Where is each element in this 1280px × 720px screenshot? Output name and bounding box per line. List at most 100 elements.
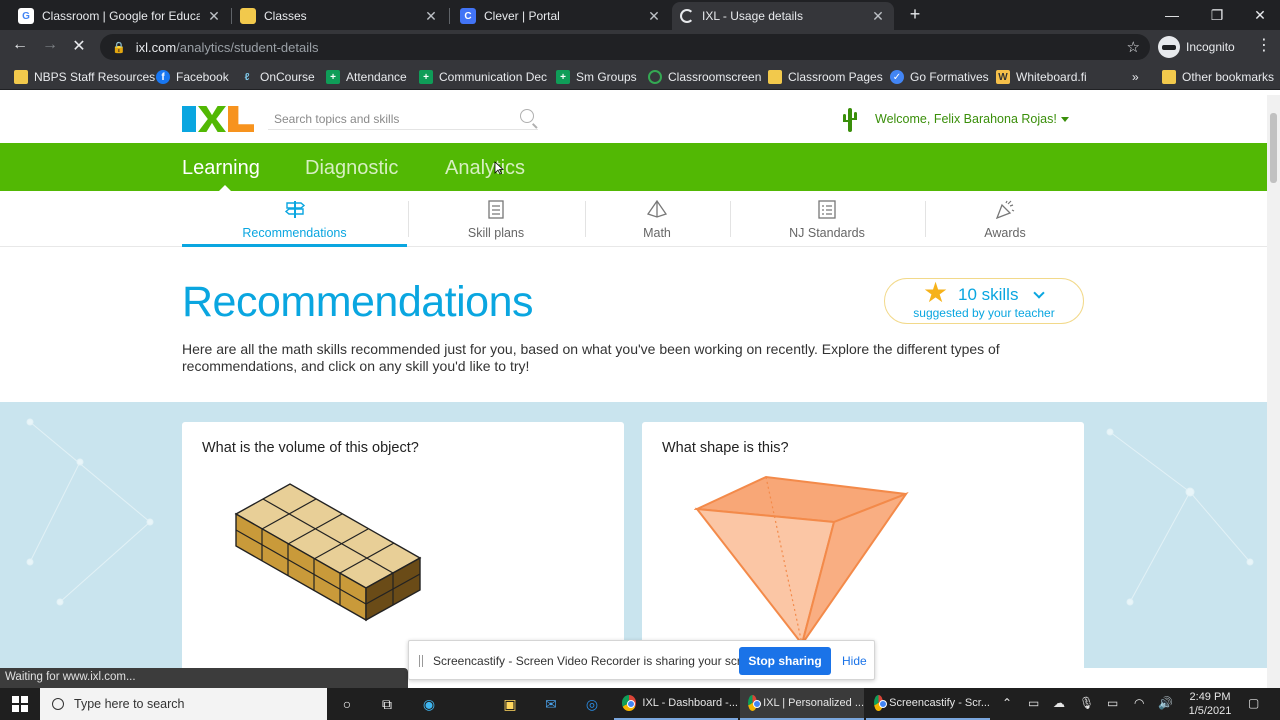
- tab-google-classroom[interactable]: G Classroom | Google for Education ✕: [10, 2, 230, 30]
- drag-handle-icon[interactable]: [419, 655, 423, 667]
- ixl-logo[interactable]: [182, 106, 254, 132]
- tab-title: Clever | Portal: [484, 9, 560, 23]
- address-bar[interactable]: 🔒 ixl.com/analytics/student-details ☆: [100, 34, 1150, 60]
- taskbar-app-screencastify[interactable]: Screencastify - Scr...: [866, 688, 990, 720]
- mail-icon[interactable]: ✉: [541, 694, 561, 714]
- task-view-icon[interactable]: ⧉: [377, 694, 397, 714]
- page-title: Recommendations: [182, 278, 534, 326]
- bookmark-classroom-pages[interactable]: Classroom Pages: [768, 68, 883, 86]
- scrollbar-thumb[interactable]: [1270, 113, 1277, 183]
- bookmark-label: NBPS Staff Resources: [34, 70, 156, 84]
- subnav-math[interactable]: Math: [585, 191, 729, 247]
- incognito-indicator[interactable]: Incognito: [1158, 35, 1235, 59]
- cactus-avatar-icon[interactable]: [842, 106, 858, 132]
- recommendation-card[interactable]: What shape is this?: [642, 422, 1084, 668]
- bookmark-attendance[interactable]: + Attendance: [326, 68, 407, 86]
- edge-icon[interactable]: ◉: [419, 694, 439, 714]
- bookmark-oncourse[interactable]: ℓ OnCourse: [240, 68, 315, 86]
- bookmark-nbps[interactable]: NBPS Staff Resources: [14, 68, 155, 86]
- maximize-button[interactable]: ❐: [1195, 0, 1239, 30]
- bookmark-communication[interactable]: + Communication Dec: [419, 68, 547, 86]
- bookmark-go-formatives[interactable]: ✓ Go Formatives: [890, 68, 989, 86]
- sheets-icon: +: [419, 70, 433, 84]
- url-host: ixl.com: [135, 39, 177, 55]
- nav-analytics[interactable]: Analytics: [445, 157, 525, 180]
- stop-sharing-button[interactable]: Stop sharing: [739, 647, 831, 675]
- stop-loading-icon[interactable]: ✕: [67, 36, 91, 58]
- windows-start-icon[interactable]: [12, 696, 28, 712]
- main-nav: Learning Diagnostic Analytics: [0, 143, 1267, 191]
- bookmark-facebook[interactable]: f Facebook: [156, 68, 229, 86]
- search-input[interactable]: Search topics and skills: [268, 106, 538, 130]
- minimize-button[interactable]: —: [1150, 0, 1194, 30]
- battery-icon[interactable]: ▭: [1107, 696, 1118, 710]
- welcome-menu[interactable]: Welcome, Felix Barahona Rojas!: [875, 112, 1069, 126]
- close-icon[interactable]: ✕: [206, 8, 222, 25]
- cortana-icon[interactable]: ○: [337, 694, 357, 714]
- hide-button[interactable]: Hide: [842, 654, 867, 668]
- tab-ixl-usage[interactable]: IXL - Usage details ✕: [672, 2, 894, 30]
- welcome-text: Welcome, Felix Barahona Rojas!: [875, 112, 1057, 126]
- bookmark-star-icon[interactable]: ☆: [1127, 38, 1140, 56]
- tray-chevron-up-icon[interactable]: ⌃: [1002, 696, 1012, 710]
- bookmark-other[interactable]: Other bookmarks: [1162, 68, 1274, 86]
- nav-learning[interactable]: Learning: [182, 157, 260, 180]
- store-icon[interactable]: ▣: [500, 694, 520, 714]
- close-icon[interactable]: ✕: [646, 8, 662, 25]
- volume-icon[interactable]: 🔊: [1158, 696, 1173, 710]
- wifi-icon[interactable]: ◠: [1134, 696, 1144, 710]
- meet-now-icon[interactable]: ▭: [1028, 696, 1039, 710]
- search-placeholder: Search topics and skills: [274, 112, 400, 126]
- recommendation-card[interactable]: What is the volume of this object?: [182, 422, 624, 668]
- onedrive-icon[interactable]: ☁: [1053, 696, 1065, 710]
- close-icon[interactable]: ✕: [423, 8, 439, 25]
- taskbar-search-input[interactable]: Type here to search: [40, 688, 327, 720]
- tab-separator: [449, 8, 450, 24]
- star-icon: ★: [923, 277, 949, 308]
- tab-clever[interactable]: C Clever | Portal ✕: [452, 2, 670, 30]
- new-tab-button[interactable]: +: [905, 4, 925, 26]
- back-arrow-icon[interactable]: ←: [8, 36, 32, 58]
- page-scrollbar[interactable]: [1267, 95, 1280, 688]
- inverted-pyramid-illustration: [694, 475, 909, 647]
- search-icon[interactable]: [520, 109, 534, 123]
- subnav-awards[interactable]: Awards: [925, 191, 1085, 247]
- loading-status: Waiting for www.ixl.com...: [0, 668, 408, 688]
- ixl-header: Search topics and skills Welcome, Felix …: [0, 95, 1267, 143]
- subnav-recommendations[interactable]: Recommendations: [182, 191, 407, 247]
- logo-i: [182, 106, 196, 132]
- bookmark-sm-groups[interactable]: + Sm Groups: [556, 68, 637, 86]
- subnav-nj-standards[interactable]: NJ Standards: [730, 191, 924, 247]
- tab-title: IXL - Usage details: [702, 9, 803, 23]
- safari-icon[interactable]: ◎: [582, 694, 602, 714]
- close-icon[interactable]: ✕: [870, 8, 886, 25]
- taskbar-app-ixl-personalized[interactable]: IXL | Personalized ...: [740, 688, 864, 720]
- subnav-skill-plans[interactable]: Skill plans: [408, 191, 584, 247]
- close-window-button[interactable]: ✕: [1238, 0, 1280, 30]
- taskbar-app-ixl-dashboard[interactable]: IXL - Dashboard -...: [614, 688, 738, 720]
- card-question: What is the volume of this object?: [202, 440, 419, 456]
- chrome-icon: [874, 695, 888, 711]
- skills-suggested-button[interactable]: ★ 10 skills suggested by your teacher: [884, 277, 1084, 324]
- taskbar-search-placeholder: Type here to search: [74, 697, 185, 711]
- chrome-icon: [622, 695, 637, 711]
- subnav-label: Awards: [984, 226, 1026, 240]
- bookmark-label: Communication Dec: [439, 70, 548, 84]
- bookmarks-overflow-button[interactable]: »: [1132, 68, 1139, 86]
- subnav-label: Math: [643, 226, 671, 240]
- bookmark-whiteboard[interactable]: W Whiteboard.fi: [996, 68, 1087, 86]
- nav-diagnostic[interactable]: Diagnostic: [305, 157, 398, 180]
- microphone-icon[interactable]: 🎙: [1079, 696, 1094, 710]
- bookmarks-bar: NBPS Staff Resources f Facebook ℓ OnCourse…: [0, 64, 1280, 90]
- forward-arrow-icon[interactable]: →: [38, 36, 62, 58]
- tab-strip: G Classroom | Google for Education ✕ Cla…: [0, 0, 1280, 30]
- tab-classes[interactable]: Classes ✕: [232, 2, 447, 30]
- taskbar-clock[interactable]: 2:49 PM 1/5/2021: [1180, 690, 1240, 718]
- taskbar-app-label: IXL - Dashboard -...: [642, 697, 738, 709]
- url-path: /analytics/student-details: [176, 39, 319, 55]
- notifications-icon[interactable]: ▢: [1248, 696, 1259, 710]
- pyramid-icon: [646, 199, 668, 218]
- bookmark-classroomscreen[interactable]: Classroomscreen: [648, 68, 761, 86]
- card-question: What shape is this?: [662, 440, 789, 456]
- browser-menu-icon[interactable]: ⋮: [1254, 35, 1274, 55]
